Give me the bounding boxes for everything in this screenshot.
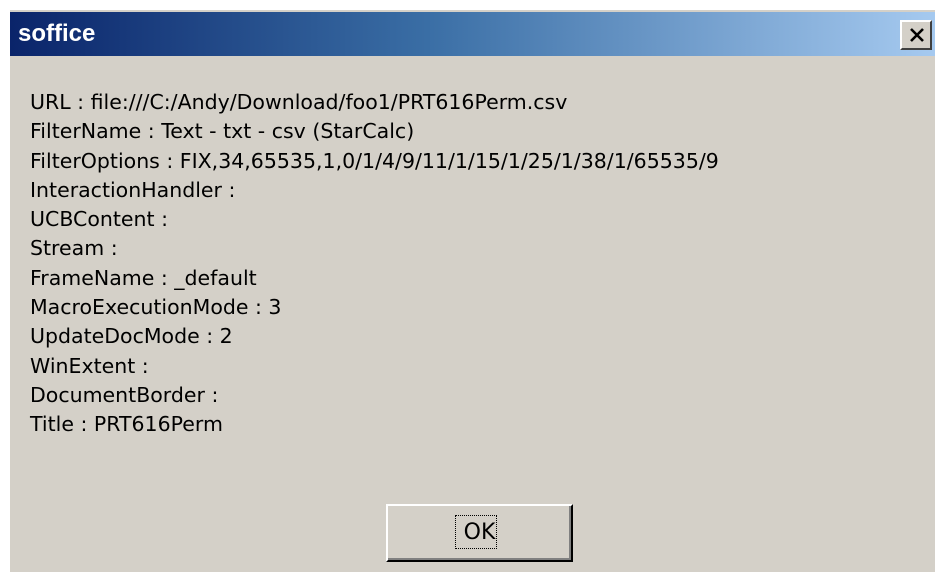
message-line-filter-name: FilterName : Text - txt - csv (StarCalc) — [30, 119, 415, 144]
close-icon — [910, 28, 924, 42]
ok-button-label: OK — [463, 520, 496, 545]
ok-button[interactable]: OK — [386, 504, 573, 562]
message-dialog: soffice URL : file:///C:/Andy/Download/f… — [8, 8, 935, 572]
message-line-document-border: DocumentBorder : — [30, 382, 219, 407]
message-line-url: URL : file:///C:/Andy/Download/foo1/PRT6… — [30, 90, 568, 114]
message-line-ucb-content: UCBContent : — [30, 207, 168, 232]
message-line-interaction-handler: InteractionHandler : — [30, 177, 236, 202]
message-line-macro-execution-mode: MacroExecutionMode : 3 — [30, 295, 282, 320]
close-button[interactable] — [900, 20, 932, 50]
title-bar[interactable]: soffice — [10, 12, 935, 56]
message-text: URL : file:///C:/Andy/Download/foo1/PRT6… — [30, 88, 719, 440]
message-line-update-doc-mode: UpdateDocMode : 2 — [30, 324, 233, 349]
message-line-filter-options: FilterOptions : FIX,34,65535,1,0/1/4/9/1… — [30, 148, 719, 173]
message-line-frame-name: FrameName : _default — [30, 265, 257, 290]
message-line-stream: Stream : — [30, 236, 118, 261]
window-title: soffice — [18, 20, 96, 47]
message-line-title: Title : PRT616Perm — [30, 412, 223, 437]
message-line-win-extent: WinExtent : — [30, 353, 149, 378]
